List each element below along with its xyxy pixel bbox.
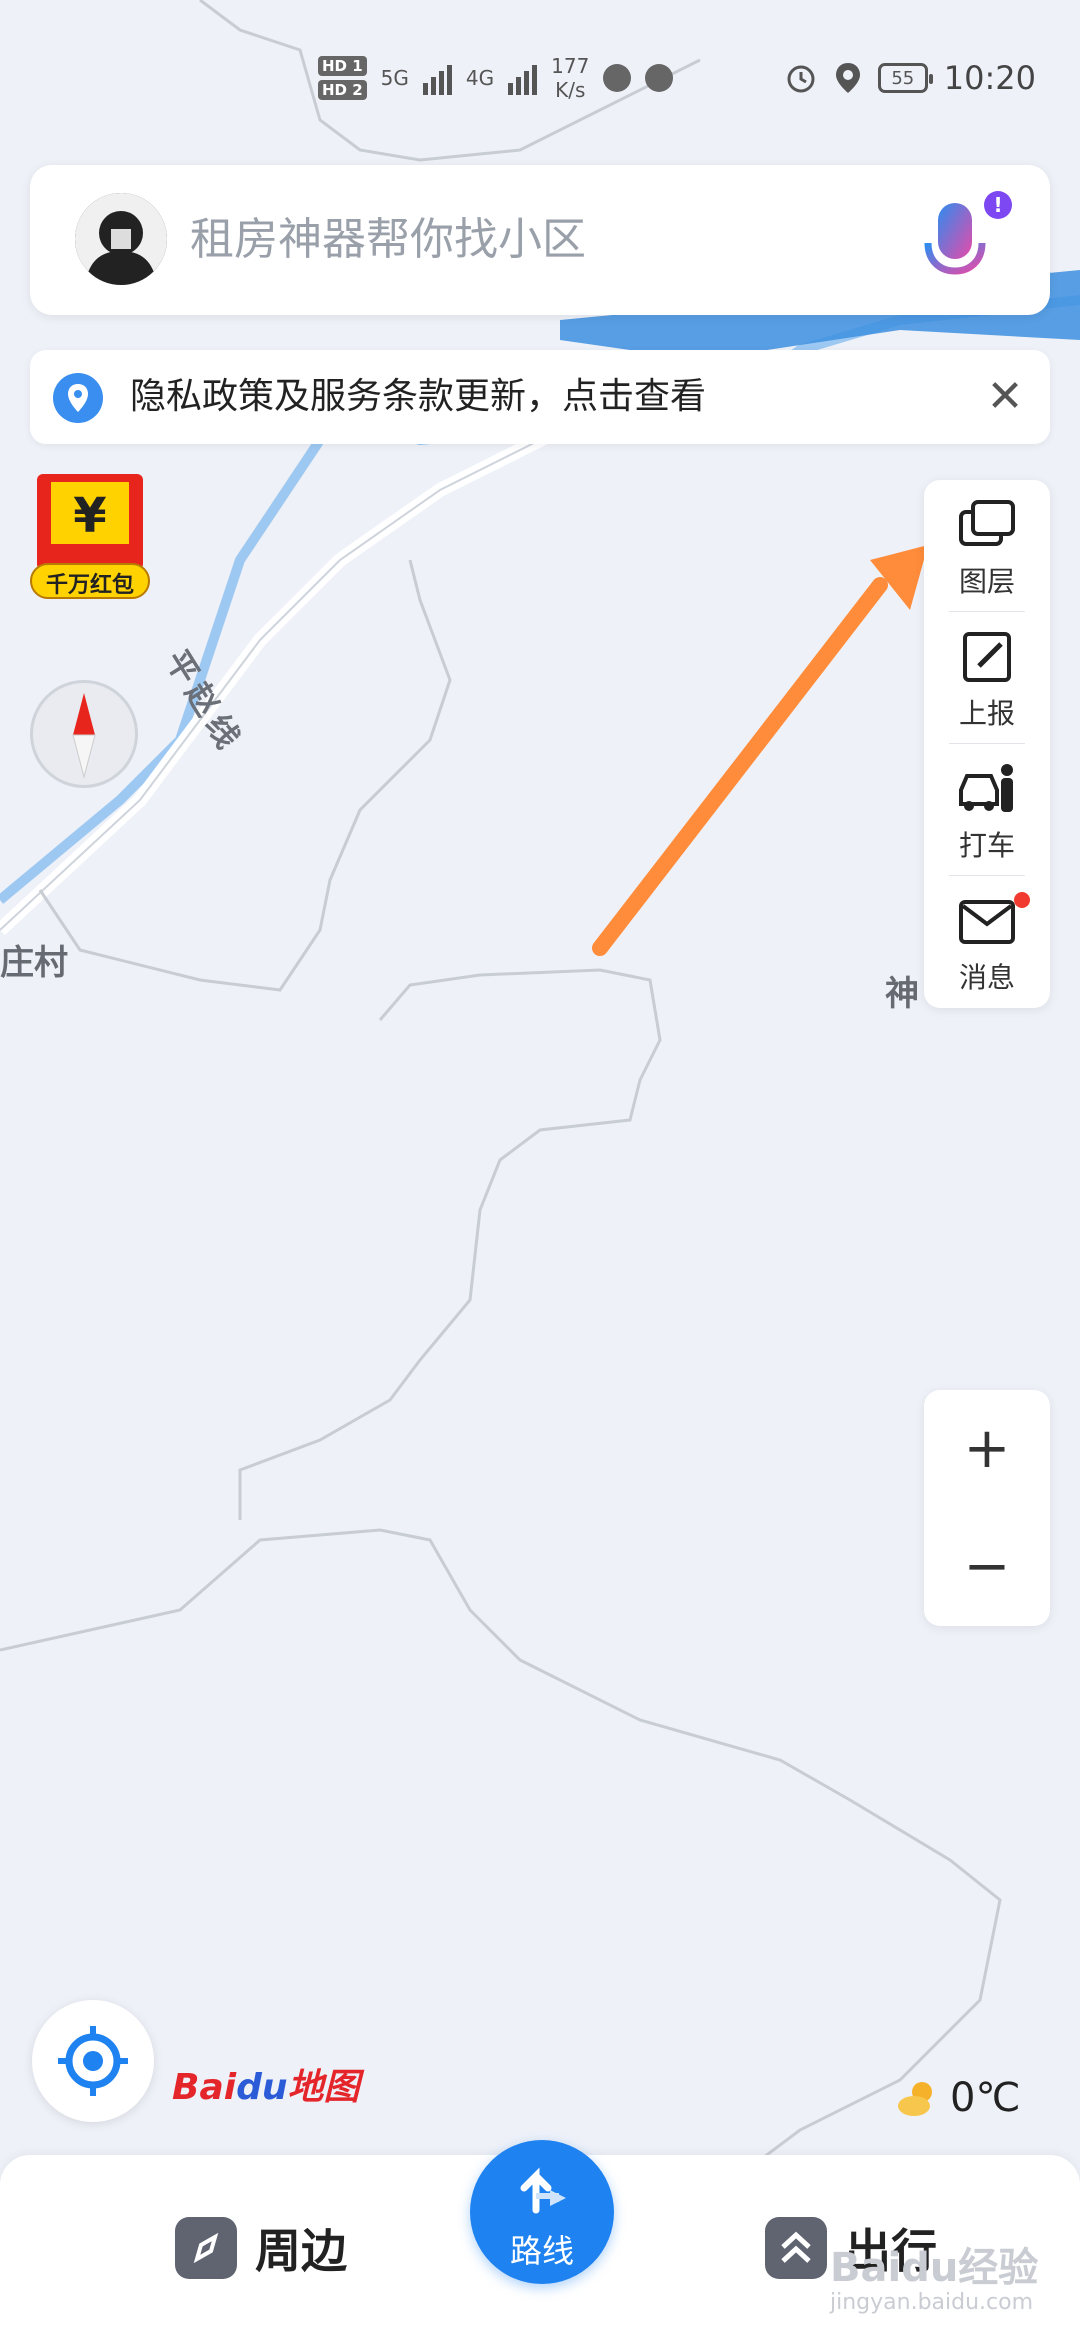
speed-value: 177: [551, 54, 590, 78]
red-packet-button[interactable]: ¥ 千万红包: [25, 470, 155, 600]
route-label: 路线: [509, 2232, 574, 2270]
taxi-icon: [959, 764, 1013, 812]
tool-taxi[interactable]: 打车: [924, 744, 1050, 876]
signal-icon: [422, 61, 452, 95]
red-packet-label: 千万红包: [45, 573, 134, 598]
layers-icon: [959, 500, 1015, 546]
search-placeholder[interactable]: 租房神器帮你找小区: [190, 165, 586, 315]
nav-nearby[interactable]: 周边: [175, 2213, 347, 2283]
tool-layers[interactable]: 图层: [924, 480, 1050, 612]
alarm-icon: [787, 65, 815, 93]
watermark-url: jingyan.baidu.com: [830, 2290, 1034, 2315]
hd1-badge: HD 1: [318, 56, 367, 76]
poi-label: 神: [885, 974, 919, 1014]
net-speed: 177 K/s: [551, 54, 589, 102]
hd-indicators: HD 1 HD 2: [318, 56, 367, 100]
tool-label: 上报: [958, 697, 1015, 730]
temperature: 0℃: [950, 2075, 1021, 2121]
avatar[interactable]: [75, 193, 167, 285]
search-bar[interactable]: 租房神器帮你找小区 !: [30, 165, 1050, 315]
status-left: HD 1 HD 2 5G 4G 177 K/s: [318, 48, 674, 108]
travel-nav-icon: [765, 2217, 827, 2279]
hd2-badge: HD 2: [318, 80, 367, 100]
tool-label: 打车: [958, 829, 1015, 862]
logo-ditu: 地图: [287, 2067, 360, 2108]
nav-nearby-label: 周边: [255, 2224, 347, 2278]
zoom-in-button[interactable]: +: [924, 1390, 1050, 1508]
report-icon: [963, 632, 1011, 682]
zoom-control: + −: [924, 1390, 1050, 1626]
tool-messages[interactable]: 消息: [924, 876, 1050, 1008]
crosshair-icon: [58, 2026, 128, 2096]
net-5g: 5G: [380, 66, 409, 90]
battery-indicator: 55: [877, 63, 933, 93]
map-tools-panel: 图层 上报 打车 消息: [924, 480, 1050, 1008]
status-bar: HD 1 HD 2 5G 4G 177 K/s 55 10:20: [0, 48, 1080, 108]
weather-widget[interactable]: 0℃: [896, 2068, 1020, 2128]
speed-unit: K/s: [555, 78, 586, 102]
compass-icon: [72, 693, 96, 779]
annotation-arrow: [592, 577, 888, 956]
privacy-notice[interactable]: 隐私政策及服务条款更新，点击查看 ✕: [30, 350, 1050, 444]
tool-label: 消息: [958, 961, 1015, 994]
globe-icon: [645, 64, 674, 92]
compass-button[interactable]: [30, 680, 138, 788]
red-packet-symbol: ¥: [73, 488, 107, 544]
mail-icon: [959, 900, 1015, 944]
mic-badge: !: [984, 191, 1012, 219]
logo-du: du: [236, 2067, 288, 2108]
zoom-out-button[interactable]: −: [924, 1508, 1050, 1626]
signal-icon-2: [508, 61, 538, 95]
route-button[interactable]: 路线: [470, 2140, 614, 2284]
watermark: Baidu经验: [830, 2245, 1039, 2291]
close-icon[interactable]: ✕: [980, 372, 1030, 422]
clock: 10:20: [943, 59, 1036, 97]
vpn-icon: [603, 64, 632, 92]
weather-cloud-sun-icon: [898, 2082, 932, 2116]
logo-bai: Bai: [172, 2067, 237, 2108]
compass-nav-icon: [175, 2217, 237, 2279]
tool-label: 图层: [958, 565, 1015, 598]
baidu-map-logo: Baidu地图: [172, 2058, 360, 2110]
notification-dot: [1014, 892, 1030, 908]
tool-report[interactable]: 上报: [924, 612, 1050, 744]
net-4g: 4G: [465, 66, 495, 90]
village-label: 庄村: [0, 943, 68, 983]
notice-text[interactable]: 隐私政策及服务条款更新，点击查看: [130, 350, 706, 444]
status-right: 55 10:20: [784, 48, 1036, 108]
locate-button[interactable]: [32, 2000, 154, 2122]
location-pin-icon: [53, 373, 103, 423]
road-2: [238, 968, 662, 1520]
location-icon: [835, 63, 860, 93]
